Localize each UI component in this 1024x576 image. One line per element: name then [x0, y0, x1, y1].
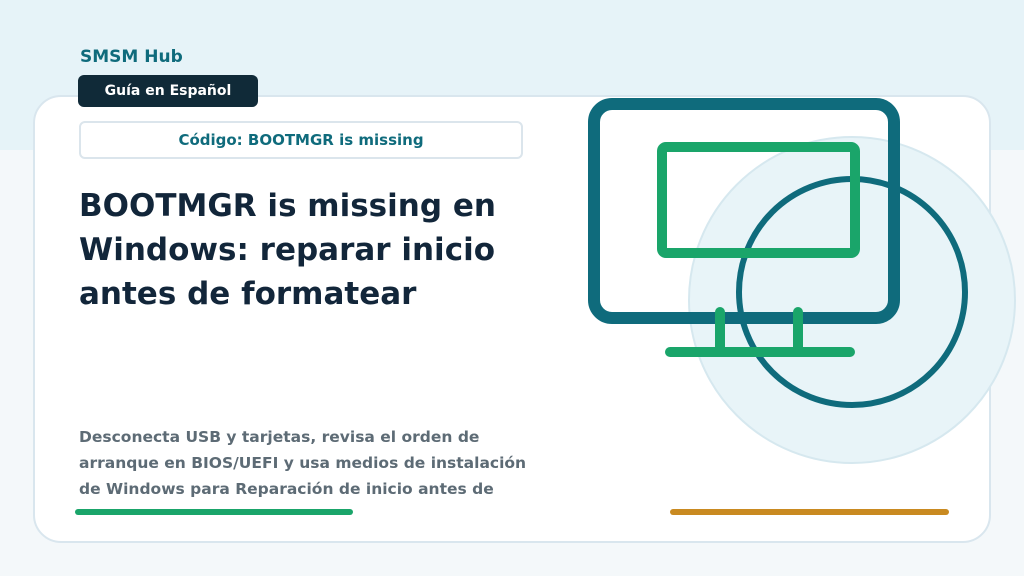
brand-name: SMSM Hub [80, 47, 183, 67]
page-title: BOOTMGR is missing en Windows: reparar i… [79, 188, 496, 312]
error-code-label: Código: BOOTMGR is missing [79, 121, 523, 159]
page: SMSM Hub Guía en Español Código: BOOTMGR… [0, 0, 1024, 576]
language-badge: Guía en Español [78, 75, 258, 107]
page-description: Desconecta USB y tarjetas, revisa el ord… [79, 428, 527, 498]
green-accent-bar [75, 509, 353, 515]
orange-accent-bar [670, 509, 949, 515]
